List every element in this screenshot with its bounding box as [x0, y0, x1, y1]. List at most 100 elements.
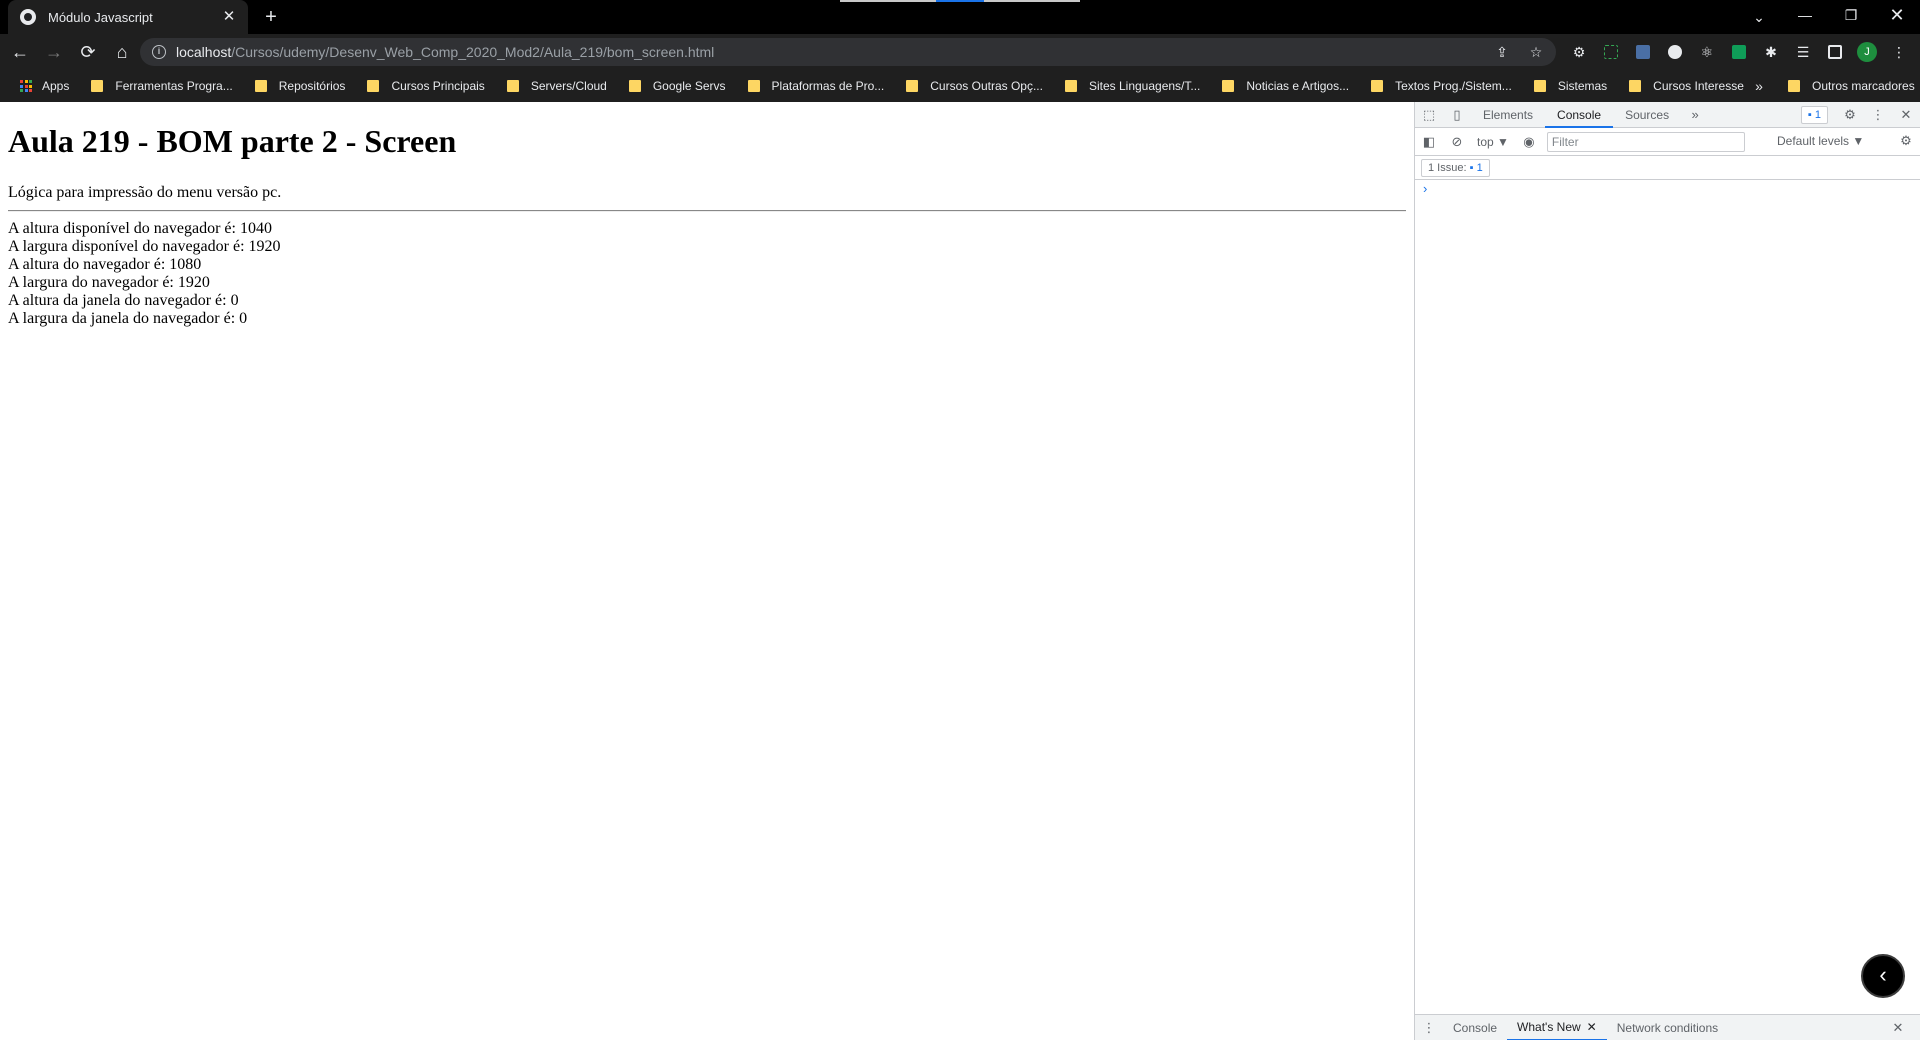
folder-icon: [1371, 80, 1384, 92]
other-bookmarks-folder[interactable]: Outros marcadores: [1782, 74, 1920, 98]
drawer-menu-icon[interactable]: ⋮: [1415, 1015, 1443, 1040]
console-filter-input[interactable]: [1546, 131, 1745, 152]
profile-avatar[interactable]: J: [1854, 38, 1880, 66]
bookmark-folder[interactable]: Sistemas: [1528, 74, 1613, 98]
bookmark-label: Sistemas: [1557, 79, 1608, 93]
bookmark-folder[interactable]: Noticias e Artigos...: [1216, 74, 1355, 98]
title-bar: Módulo Javascript ✕ + ⌄ — ❐ ✕: [0, 0, 1920, 34]
folder-icon: [1222, 80, 1235, 92]
forward-button[interactable]: →: [40, 38, 68, 66]
bookmark-label: Cursos Outras Opç...: [930, 79, 1043, 93]
screen-info-list: A altura disponível do navegador é: 1040…: [8, 220, 1406, 328]
drawer-tab-network-conditions[interactable]: Network conditions: [1607, 1015, 1728, 1040]
dark-reader-extension-icon[interactable]: [1662, 38, 1688, 66]
restore-button[interactable]: ❐: [1828, 0, 1874, 30]
react-devtools-icon[interactable]: ⚛: [1694, 38, 1720, 66]
bookmark-star-icon[interactable]: ☆: [1526, 42, 1546, 62]
inspect-element-icon[interactable]: ⬚: [1415, 102, 1443, 128]
bookmark-label: Repositórios: [278, 79, 346, 93]
device-toolbar-icon[interactable]: ▯: [1443, 102, 1471, 128]
bookmark-folder[interactable]: Plataformas de Pro...: [742, 74, 891, 98]
close-window-button[interactable]: ✕: [1874, 0, 1920, 30]
console-prompt[interactable]: ›: [1415, 180, 1920, 200]
tab-search-button[interactable]: ⌄: [1748, 6, 1770, 28]
screen-info-line: A largura disponível do navegador é: 192…: [8, 238, 281, 255]
issues-button[interactable]: 1 Issue: ▪ 1: [1421, 158, 1490, 177]
browser-toolbar: ← → ⟳ ⌂ i localhost/Cursos/udemy/Desenv_…: [0, 34, 1920, 70]
devtools-settings-icon[interactable]: ⚙: [1836, 102, 1864, 128]
site-info-icon[interactable]: i: [152, 45, 166, 59]
folder-icon: [367, 80, 380, 92]
address-bar[interactable]: i localhost/Cursos/udemy/Desenv_Web_Comp…: [140, 38, 1556, 66]
translate-extension-icon[interactable]: [1630, 38, 1656, 66]
devtools-close-icon[interactable]: ✕: [1892, 102, 1920, 128]
console-sidebar-icon[interactable]: ◧: [1415, 129, 1443, 155]
tab-elements[interactable]: Elements: [1471, 102, 1545, 128]
reload-button[interactable]: ⟳: [74, 38, 102, 66]
back-button[interactable]: ←: [6, 38, 34, 66]
bookmark-folder[interactable]: Ferramentas Progra...: [85, 74, 238, 98]
bookmarks-bar: Apps Ferramentas Progra... Repositórios …: [0, 70, 1920, 102]
folder-icon: [628, 80, 641, 92]
tab-close-icon[interactable]: ✕: [220, 8, 238, 26]
minimize-button[interactable]: —: [1782, 0, 1828, 30]
home-button[interactable]: ⌂: [108, 38, 136, 66]
tab-console[interactable]: Console: [1545, 102, 1614, 128]
bookmark-apps[interactable]: Apps: [14, 74, 75, 98]
apps-grid-icon: [20, 80, 32, 92]
bookmark-label: Textos Prog./Sistem...: [1395, 79, 1512, 93]
bookmark-label: Ferramentas Progra...: [115, 79, 233, 93]
bookmark-label: Outros marcadores: [1812, 79, 1915, 93]
live-expression-eye-icon[interactable]: ◉: [1515, 129, 1543, 155]
extensions-puzzle-icon[interactable]: ✱: [1758, 38, 1784, 66]
extensions-area: ⚙ ⚛ ✱ ☰ J ⋮: [1566, 38, 1912, 66]
url-text[interactable]: localhost/Cursos/udemy/Desenv_Web_Comp_2…: [176, 44, 714, 60]
screen-info-line: A altura da janela do navegador é: 0: [8, 292, 239, 309]
divider: [8, 210, 1406, 212]
more-tabs-icon[interactable]: »: [1681, 102, 1709, 128]
collapse-arrow-button[interactable]: ‹: [1861, 954, 1905, 998]
bookmark-folder[interactable]: Cursos Outras Opç...: [900, 74, 1049, 98]
log-levels-dropdown[interactable]: Default levels ▼: [1771, 128, 1870, 154]
bookmark-folder[interactable]: Google Servs: [623, 74, 732, 98]
console-settings-icon[interactable]: ⚙: [1892, 128, 1920, 154]
browser-menu-icon[interactable]: ⋮: [1886, 38, 1912, 66]
bookmark-label: Plataformas de Pro...: [771, 79, 885, 93]
green-extension-icon[interactable]: [1726, 38, 1752, 66]
close-tab-icon[interactable]: ✕: [1587, 1014, 1597, 1040]
context-selector[interactable]: top ▼: [1471, 129, 1515, 155]
tab-favicon-icon: [20, 9, 36, 25]
folder-icon: [906, 80, 919, 92]
bookmark-folder[interactable]: Sites Linguagens/T...: [1059, 74, 1206, 98]
drawer-close-icon[interactable]: ✕: [1884, 1015, 1912, 1040]
reading-list-icon[interactable]: ☰: [1790, 38, 1816, 66]
share-icon[interactable]: ⇪: [1492, 42, 1512, 62]
bookmark-folder[interactable]: Cursos Interesse: [1623, 74, 1750, 98]
devtools-tab-bar: ⬚ ▯ Elements Console Sources » ▪ 1 ⚙ ⋮ ✕: [1415, 102, 1920, 128]
bookmark-folder[interactable]: Servers/Cloud: [501, 74, 613, 98]
bookmark-label: Cursos Principais: [391, 79, 485, 93]
tab-title: Módulo Javascript: [48, 9, 153, 25]
console-toolbar: ◧ ⊘ top ▼ ◉ Default levels ▼ ⚙: [1415, 128, 1920, 156]
new-tab-button[interactable]: +: [260, 6, 282, 28]
bookmark-folder[interactable]: Repositórios: [249, 74, 352, 98]
settings-extension-icon[interactable]: ⚙: [1566, 38, 1592, 66]
screenshot-extension-icon[interactable]: [1598, 38, 1624, 66]
bookmarks-overflow-button[interactable]: »: [1750, 74, 1768, 98]
drawer-tab-console[interactable]: Console: [1443, 1015, 1507, 1040]
messages-badge[interactable]: ▪ 1: [1800, 106, 1828, 124]
bookmark-label: Google Servs: [652, 79, 726, 93]
bookmark-folder[interactable]: Cursos Principais: [361, 74, 490, 98]
devtools-menu-icon[interactable]: ⋮: [1864, 102, 1892, 128]
clear-console-icon[interactable]: ⊘: [1443, 129, 1471, 155]
tab-sources[interactable]: Sources: [1613, 102, 1681, 128]
side-panel-icon[interactable]: [1822, 38, 1848, 66]
drawer-tab-whats-new[interactable]: What's New ✕: [1507, 1015, 1607, 1040]
page-title: Aula 219 - BOM parte 2 - Screen: [8, 123, 457, 159]
bookmark-label: Sites Linguagens/T...: [1088, 79, 1201, 93]
drawer-tab-label: Console: [1453, 1020, 1498, 1035]
drawer-tab-label: Network conditions: [1616, 1020, 1719, 1035]
bookmark-folder[interactable]: Textos Prog./Sistem...: [1365, 74, 1518, 98]
drawer-tab-label: What's New: [1517, 1019, 1581, 1034]
browser-tab[interactable]: Módulo Javascript ✕: [8, 0, 248, 34]
